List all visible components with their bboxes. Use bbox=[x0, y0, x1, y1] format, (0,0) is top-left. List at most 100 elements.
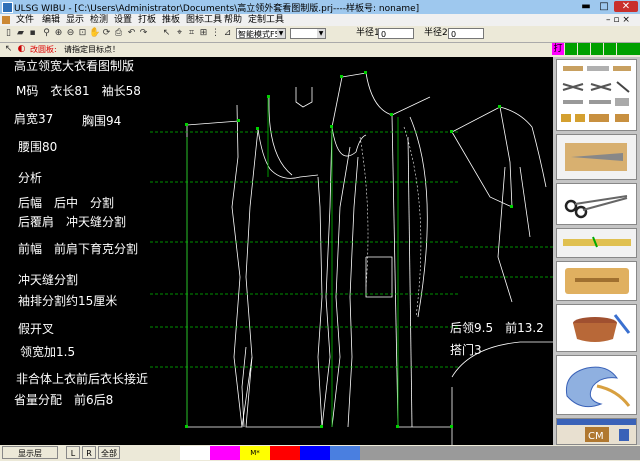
save-icon[interactable]: ▪ bbox=[27, 28, 38, 39]
pattern-board-panel[interactable] bbox=[556, 261, 637, 301]
ruler-tools-panel[interactable] bbox=[556, 59, 637, 131]
menu-check[interactable]: 检测 bbox=[90, 14, 108, 26]
canvas-note-dart: 省量分配 前6后8 bbox=[14, 393, 114, 407]
m-label: M* bbox=[250, 449, 260, 457]
french-curve-panel[interactable] bbox=[556, 355, 637, 415]
canvas-note-front: 前幅 前肩下育克分割 bbox=[18, 242, 139, 256]
cm-logo-icon: CM bbox=[557, 419, 636, 442]
color-swatch-red[interactable] bbox=[270, 446, 300, 460]
color-swatch-grey[interactable] bbox=[360, 446, 640, 460]
cm-logo-panel[interactable]: CM bbox=[556, 418, 637, 445]
canvas-note-seam: 冲天缝分割 bbox=[18, 273, 79, 287]
layer-all-button[interactable]: 全部 bbox=[98, 446, 120, 459]
layer-l-button[interactable]: L bbox=[66, 446, 80, 459]
canvas-note-shoulder: 肩宽37 bbox=[14, 112, 54, 126]
color-swatch-white[interactable] bbox=[180, 446, 210, 460]
maximize-button[interactable]: □ bbox=[596, 1, 612, 12]
tool-green-2-icon[interactable] bbox=[578, 43, 590, 55]
radius1-input[interactable]: 0 bbox=[378, 28, 414, 39]
minimize-button[interactable]: ▬ bbox=[578, 1, 594, 12]
canvas-note-size: M码 衣长81 袖长58 bbox=[16, 84, 141, 98]
menu-icon-tools[interactable]: 图标工具 bbox=[186, 14, 222, 26]
tape-tool-panel[interactable] bbox=[556, 228, 637, 258]
layer-button[interactable]: 显示层 bbox=[2, 446, 58, 459]
menu-custom-tools[interactable]: 定制工具 bbox=[248, 14, 284, 26]
grid-tool-icon[interactable]: ⊞ bbox=[198, 28, 209, 39]
tool-green-3-icon[interactable] bbox=[591, 43, 603, 55]
color-swatch-magenta[interactable] bbox=[210, 446, 240, 460]
redo-icon[interactable]: ↷ bbox=[138, 28, 149, 39]
tool-green-5-icon[interactable] bbox=[617, 43, 629, 55]
menu-view[interactable]: 显示 bbox=[66, 14, 84, 26]
pan-icon[interactable]: ✋ bbox=[89, 28, 100, 39]
canvas-note-sleeve: 袖排分割约15厘米 bbox=[18, 294, 118, 308]
ruler-icon bbox=[561, 66, 631, 122]
canvas-note-title: 高立领宽大衣看图制版 bbox=[14, 59, 135, 73]
menu-edit[interactable]: 编辑 bbox=[42, 14, 60, 26]
point-tool-icon[interactable]: ⌖ bbox=[174, 28, 185, 39]
canvas-note-collar: 领宽加1.5 bbox=[20, 345, 76, 359]
menu-grade[interactable]: 推板 bbox=[162, 14, 180, 26]
print-icon[interactable]: ⎙ bbox=[113, 28, 124, 39]
canvas-note-waist: 腰围80 bbox=[18, 140, 58, 154]
tool-green-6-icon[interactable] bbox=[629, 43, 640, 55]
pointer-icon[interactable]: ↖ bbox=[3, 44, 14, 55]
layer-r-button[interactable]: R bbox=[82, 446, 96, 459]
open-folder-icon[interactable]: ▰ bbox=[15, 28, 26, 39]
menu-settings[interactable]: 设置 bbox=[114, 14, 132, 26]
tool-green-1-icon[interactable] bbox=[565, 43, 577, 55]
pattern-canvas[interactable]: 高立领宽大衣看图制版 M码 衣长81 袖长58 肩宽37 胸围94 腰围80 分… bbox=[0, 57, 553, 445]
sewing-basket-panel[interactable] bbox=[556, 304, 637, 352]
radius2-input[interactable]: 0 bbox=[448, 28, 484, 39]
canvas-note-back-yoke: 后覆肩 冲天缝分割 bbox=[18, 215, 127, 229]
window-title: ULSG WIBU - [C:\Users\Administrator\Docu… bbox=[14, 4, 420, 14]
radius2-label: 半径2 bbox=[424, 28, 448, 38]
color-swatch-blue[interactable] bbox=[300, 446, 330, 460]
round-tool-icon[interactable]: ◐ bbox=[16, 44, 27, 55]
canvas-note-length: 非合体上衣前后衣长接近 bbox=[16, 372, 149, 386]
radius1-label: 半径1 bbox=[356, 28, 380, 38]
canvas-note-vent: 假开叉 bbox=[18, 322, 55, 336]
close-button[interactable]: ✕ bbox=[614, 1, 638, 12]
menu-file[interactable]: 文件 bbox=[16, 14, 34, 26]
menu-help[interactable]: 帮助 bbox=[224, 14, 242, 26]
menu-pattern[interactable]: 打板 bbox=[138, 14, 156, 26]
chevron-down-icon: ▼ bbox=[317, 29, 325, 38]
snap-tool-icon[interactable]: ⌗ bbox=[186, 28, 197, 39]
color-swatch-lightblue[interactable] bbox=[330, 446, 360, 460]
svg-text:CM: CM bbox=[588, 431, 604, 442]
mode-select-value: 智能模式F5 bbox=[238, 30, 280, 39]
align-tool-icon[interactable]: ⋮ bbox=[210, 28, 221, 39]
search-icon[interactable]: ⚲ bbox=[41, 28, 52, 39]
mode-label: 改圆板: bbox=[30, 45, 57, 54]
select-arrow-icon[interactable]: ↖ bbox=[161, 28, 172, 39]
zoom-out-icon[interactable]: ⊖ bbox=[65, 28, 76, 39]
status-toolbar: ↖ ◐ 改圆板: 请指定目标点！ bbox=[0, 43, 640, 57]
zoom-in-icon[interactable]: ⊕ bbox=[53, 28, 64, 39]
undo-icon[interactable]: ↶ bbox=[126, 28, 137, 39]
scissors-tool-panel[interactable] bbox=[556, 183, 637, 225]
measure-tool-icon[interactable]: ⊿ bbox=[222, 28, 233, 39]
blank-select[interactable]: ▼ bbox=[290, 28, 326, 39]
tape-icon bbox=[563, 236, 631, 248]
print-toggle-icon[interactable]: 打 bbox=[552, 43, 564, 55]
chevron-down-icon: ▼ bbox=[277, 29, 285, 38]
app-icon bbox=[2, 2, 13, 13]
color-swatch-yellow[interactable]: M* bbox=[240, 446, 270, 460]
knife-tool-panel[interactable] bbox=[556, 134, 637, 180]
status-message: 请指定目标点！ bbox=[64, 45, 120, 54]
mdi-window-controls[interactable]: – ▫ × bbox=[606, 14, 630, 26]
new-file-icon[interactable]: ▯ bbox=[3, 28, 14, 39]
french-curve-icon bbox=[565, 366, 631, 408]
knife-icon bbox=[565, 143, 627, 171]
refresh-icon[interactable]: ⟳ bbox=[101, 28, 112, 39]
doc-icon bbox=[2, 16, 10, 24]
canvas-note-neck: 后领9.5 前13.2 bbox=[450, 321, 544, 335]
pattern-board-icon bbox=[565, 268, 629, 294]
tool-green-4-icon[interactable] bbox=[604, 43, 616, 55]
tool-panel: CM bbox=[553, 57, 640, 445]
canvas-note-chest: 胸围94 bbox=[82, 114, 122, 128]
mode-select[interactable]: 智能模式F5 ▼ bbox=[236, 28, 286, 39]
zoom-window-icon[interactable]: ⊡ bbox=[77, 28, 88, 39]
menu-bar: 文件 编辑 显示 检测 设置 打板 推板 图标工具 帮助 定制工具 – ▫ × bbox=[0, 14, 640, 26]
